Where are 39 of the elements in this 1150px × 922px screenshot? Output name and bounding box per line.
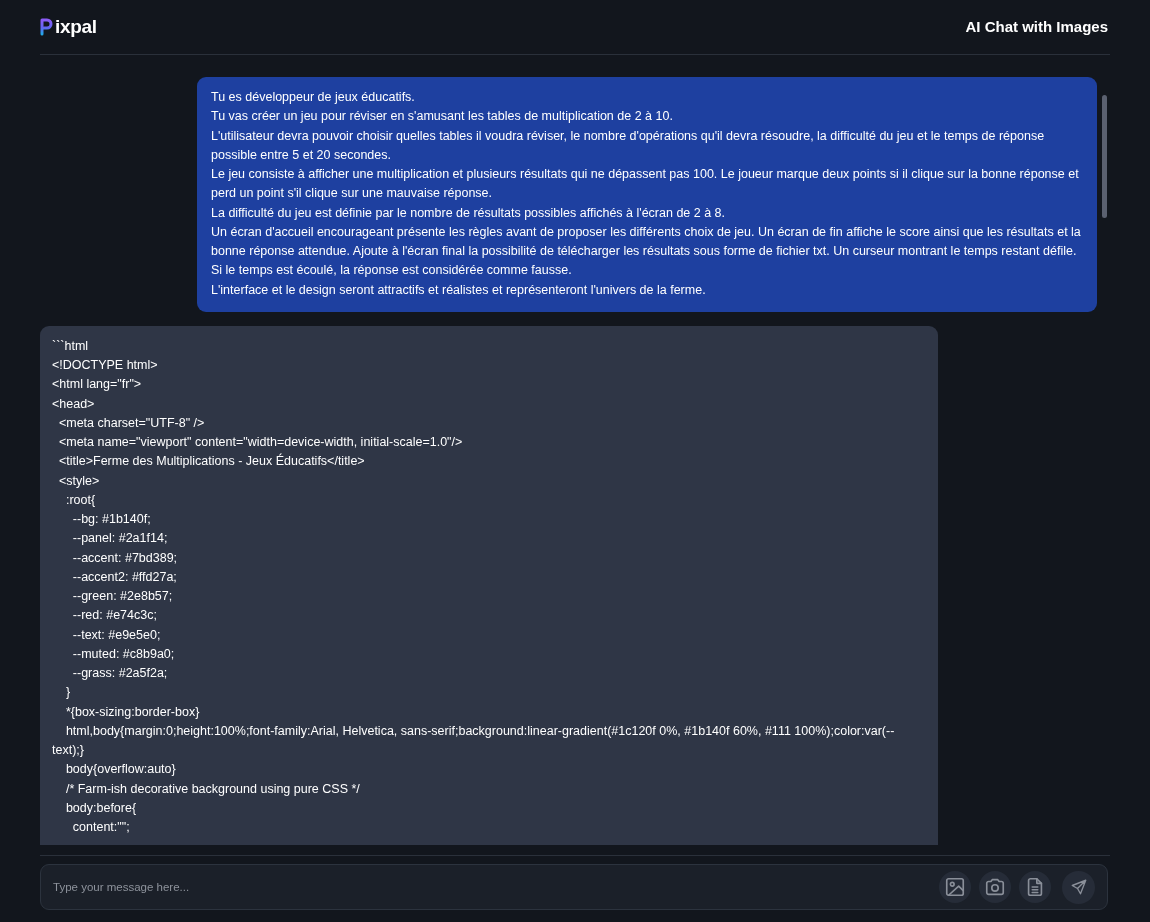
code-line: --muted: #c8b9a0;	[71, 645, 176, 663]
code-line: --text: #e9e5e0;	[71, 626, 162, 644]
code-line: --grass: #2a5f2a;	[71, 665, 169, 682]
message-line: L'utilisateur devra pouvoir choisir quelles tables il voudra réviser, le nombre d'opérations qu'il devra résoudre, la difficulté du jeu et le temps de réponse possible entre 5 et 20 secondes.	[211, 127, 1046, 164]
code-line: --accent2: #ffd27a;	[71, 568, 178, 586]
code-line: <head>	[52, 395, 96, 413]
code-line: ```html	[52, 337, 90, 355]
code-line: }	[64, 684, 72, 702]
code-line: <!DOCTYPE html>	[52, 357, 159, 374]
code-line: body:before{	[64, 799, 138, 817]
code-line: --accent: #7bd389;	[71, 549, 179, 567]
message-line: Tu es développeur de jeux éducatifs.	[211, 89, 416, 106]
app-title: AI Chat with Images	[965, 16, 1108, 37]
code-line: --red: #e74c3c;	[71, 607, 158, 625]
code-line: <title>Ferme des Multiplications - Jeux Éducatifs</title>	[57, 452, 366, 471]
message-line: Tu vas créer un jeu pour réviser en s'amusant les tables de multiplication de 2 à 10.	[211, 108, 674, 126]
code-line: *{box-sizing:border-box}	[64, 703, 201, 721]
code-line: <style>	[57, 472, 101, 490]
scrollbar[interactable]	[1102, 95, 1107, 218]
logo-icon	[40, 18, 53, 36]
code-line: --green: #2e8b57;	[71, 588, 174, 605]
code-line: --panel: #2a1f14;	[71, 530, 169, 548]
camera-icon	[983, 876, 1007, 898]
message-line: La difficulté du jeu est définie par le nombre de résultats possibles affichés à l'écran de 2 à 8.	[211, 204, 727, 222]
message-line: Un écran d'accueil encourageant présente les règles avant de proposer les différents choix de jeu. Un écran de fin affiche le score ainsi que les résultats et la bonne réponse attendue. Ajoute à l'écran final la possibilité de télécharger les résultats sous forme de fichier txt. Un curseur montrant le temps restant défile. Si le temps est écoulé, la réponse est considérée comme fausse.	[211, 223, 1082, 280]
code-line: body{overflow:auto}	[64, 761, 177, 779]
message-line: Le jeu consiste à afficher une multiplication et plusieurs résultats qui ne dépassent pas 100. Le joueur marque deux points si il clique sur la bonne réponse et perd un point s'il clique sur une mauvaise réponse.	[211, 166, 1080, 203]
code-line: /* Farm-ish decorative background using pure CSS */	[64, 780, 361, 798]
logo-text: ixpal	[55, 14, 97, 39]
code-line: <meta name="viewport" content="width=device-width, initial-scale=1.0"/>	[57, 434, 464, 451]
code-line: content:"";	[71, 819, 131, 836]
code-line: <html lang="fr">	[52, 376, 143, 394]
image-icon	[944, 876, 966, 898]
message-input[interactable]: Type your message here...	[40, 864, 1108, 910]
code-line: --bg: #1b140f;	[71, 511, 152, 528]
message-line: L'interface et le design seront attractifs et réalistes et représenteront l'univers de la ferme.	[211, 281, 707, 299]
code-line: :root{	[64, 491, 97, 509]
code-line: <meta charset="UTF-8" />	[57, 414, 206, 432]
send-icon	[1069, 878, 1088, 896]
